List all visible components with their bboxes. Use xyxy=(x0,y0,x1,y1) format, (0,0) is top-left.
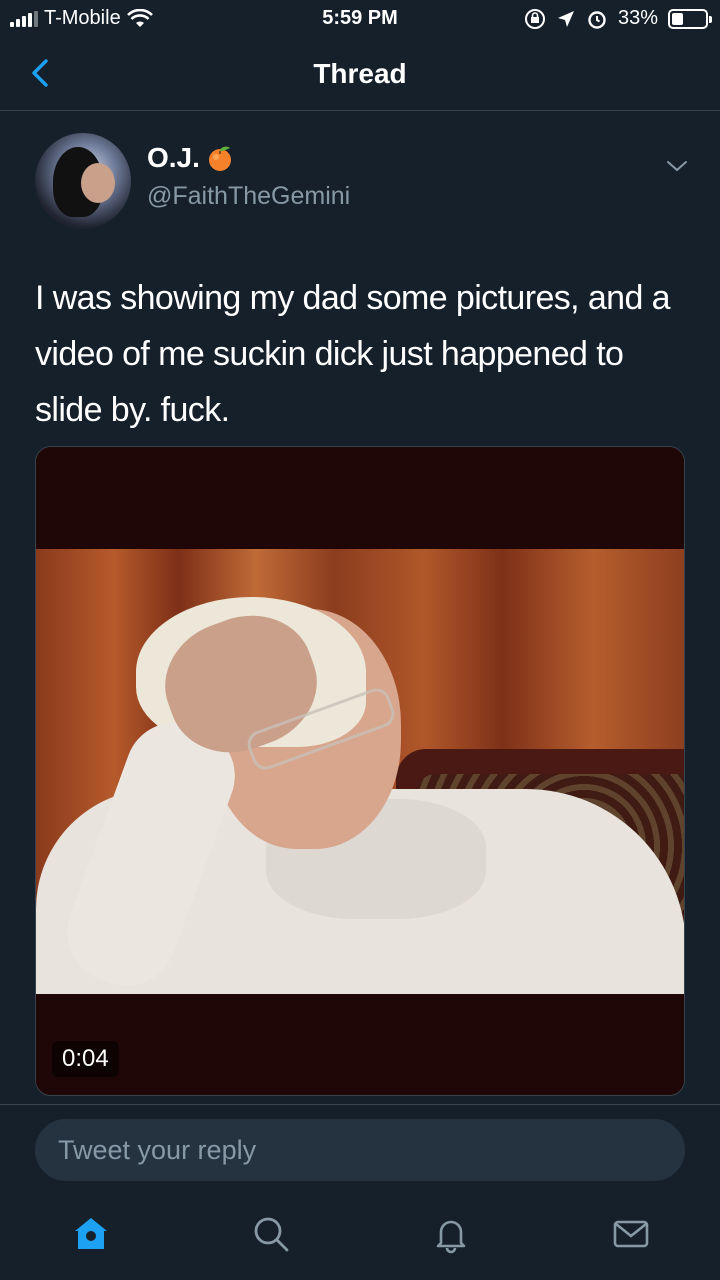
home-icon[interactable] xyxy=(71,1214,111,1254)
tab-bar xyxy=(0,1194,720,1280)
video-frame xyxy=(36,549,684,994)
display-name[interactable]: O.J. xyxy=(147,142,234,174)
user-handle[interactable]: @FaithTheGemini xyxy=(147,182,350,211)
nav-bar: Thread xyxy=(0,38,720,111)
rotation-lock-icon xyxy=(524,8,545,29)
location-icon xyxy=(557,10,574,27)
video-duration: 0:04 xyxy=(52,1041,119,1077)
peach-icon xyxy=(208,146,231,171)
tweet-video[interactable]: 0:04 xyxy=(35,446,685,1096)
alarm-icon xyxy=(588,10,606,29)
messages-icon[interactable] xyxy=(611,1214,651,1254)
page-title: Thread xyxy=(313,58,407,89)
status-right: 33% xyxy=(524,7,712,30)
chevron-down-icon[interactable] xyxy=(663,152,691,180)
display-name-text: O.J. xyxy=(147,142,200,173)
battery-icon xyxy=(668,8,712,29)
battery-percent: 33% xyxy=(617,7,658,29)
avatar[interactable] xyxy=(35,133,131,229)
tweet-text: I was showing my dad some pictures, and … xyxy=(35,279,671,429)
search-icon[interactable] xyxy=(251,1214,291,1254)
status-bar: T-Mobile 5:59 PM 33% xyxy=(0,0,720,38)
notifications-icon[interactable] xyxy=(431,1214,471,1254)
reply-input[interactable]: Tweet your reply xyxy=(35,1119,685,1181)
